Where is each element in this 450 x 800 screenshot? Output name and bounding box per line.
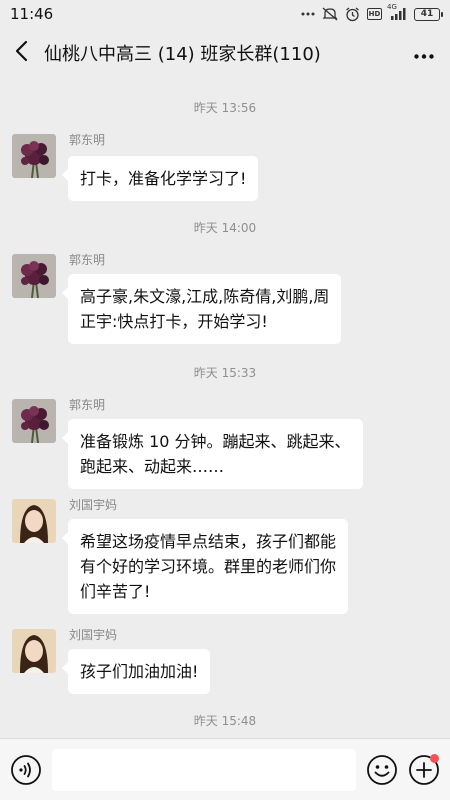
sender-name: 郭东明 [69, 253, 106, 267]
sender-name: 刘国宇妈 [69, 628, 118, 642]
message-text-line: 们辛苦了! [80, 582, 151, 601]
timestamp: 昨天 13:56 [193, 101, 257, 115]
more-button[interactable] [402, 28, 446, 78]
woman-avatar[interactable] [12, 499, 56, 543]
sender-name: 郭东明 [69, 398, 106, 412]
chat-title: 仙桃八中高三 (14) 班家长群(110) [44, 44, 321, 65]
sender-name: 刘国宇妈 [69, 498, 118, 512]
more-dots-icon [301, 12, 315, 16]
status-time: 11:46 [10, 5, 54, 23]
emoji-icon [366, 755, 398, 790]
timestamp: 昨天 14:00 [193, 221, 257, 235]
message-text-line: 准备锻炼 10 分钟。蹦起来、跳起来、 [80, 432, 351, 451]
back-button[interactable] [2, 28, 42, 78]
message-bubble[interactable]: 高子豪,朱文濠,江成,陈奇倩,刘鹏,周 正宇:快点打卡，开始学习! [61, 274, 342, 344]
status-bar: 11:46 HD 4G 41 [0, 0, 450, 28]
notification-dot [430, 754, 439, 763]
battery-icon: 41 [414, 7, 443, 21]
chat-header: 仙桃八中高三 (14) 班家长群(110) [0, 28, 450, 78]
timestamp: 昨天 15:48 [193, 714, 257, 728]
woman-avatar[interactable] [12, 629, 56, 673]
flower-avatar[interactable] [12, 399, 56, 443]
message-input[interactable] [52, 749, 356, 791]
sender-name: 郭东明 [69, 133, 106, 147]
timestamp: 昨天 15:33 [193, 366, 257, 380]
more-dots-icon [414, 44, 434, 63]
message-text-line: 有个好的学习环境。群里的老师们你 [80, 557, 337, 576]
voice-button[interactable] [10, 754, 42, 786]
message-text-line: 跑起来、动起来…… [80, 457, 225, 476]
message-text: 孩子们加油加油! [80, 662, 199, 681]
message-bubble[interactable]: 打卡，准备化学学习了! [61, 156, 259, 201]
mute-icon [322, 7, 338, 21]
chat-message-list[interactable]: 昨天 13:56 郭东明 打卡，准备化学学习了! 昨天 14:00 郭东明 高子… [0, 78, 450, 738]
status-icons: HD 4G 41 [301, 3, 443, 22]
alarm-icon [345, 6, 360, 22]
network-label: 4G [387, 3, 397, 11]
message-bubble[interactable]: 准备锻炼 10 分钟。蹦起来、跳起来、 跑起来、动起来…… [62, 419, 363, 489]
emoji-button[interactable] [366, 754, 398, 786]
message-bubble[interactable]: 希望这场疫情早点结束，孩子们都能 有个好的学习环境。群里的老师们你 们辛苦了! [61, 519, 349, 614]
hd-icon: HD [367, 8, 382, 20]
flower-avatar[interactable] [12, 254, 56, 298]
message-text: 打卡，准备化学学习了! [80, 169, 247, 188]
message-text-line: 希望这场疫情早点结束，孩子们都能 [80, 532, 337, 551]
signal-icon: 4G [387, 3, 407, 20]
input-bar [0, 738, 450, 800]
chevron-left-icon [15, 40, 29, 66]
plus-icon [408, 755, 440, 790]
message-text-line: 高子豪,朱文濠,江成,陈奇倩,刘鹏,周 [80, 287, 330, 306]
flower-avatar[interactable] [12, 134, 56, 178]
voice-icon [10, 755, 42, 790]
message-text-line: 正宇:快点打卡，开始学习! [80, 312, 268, 331]
message-bubble[interactable]: 孩子们加油加油! [61, 649, 211, 694]
